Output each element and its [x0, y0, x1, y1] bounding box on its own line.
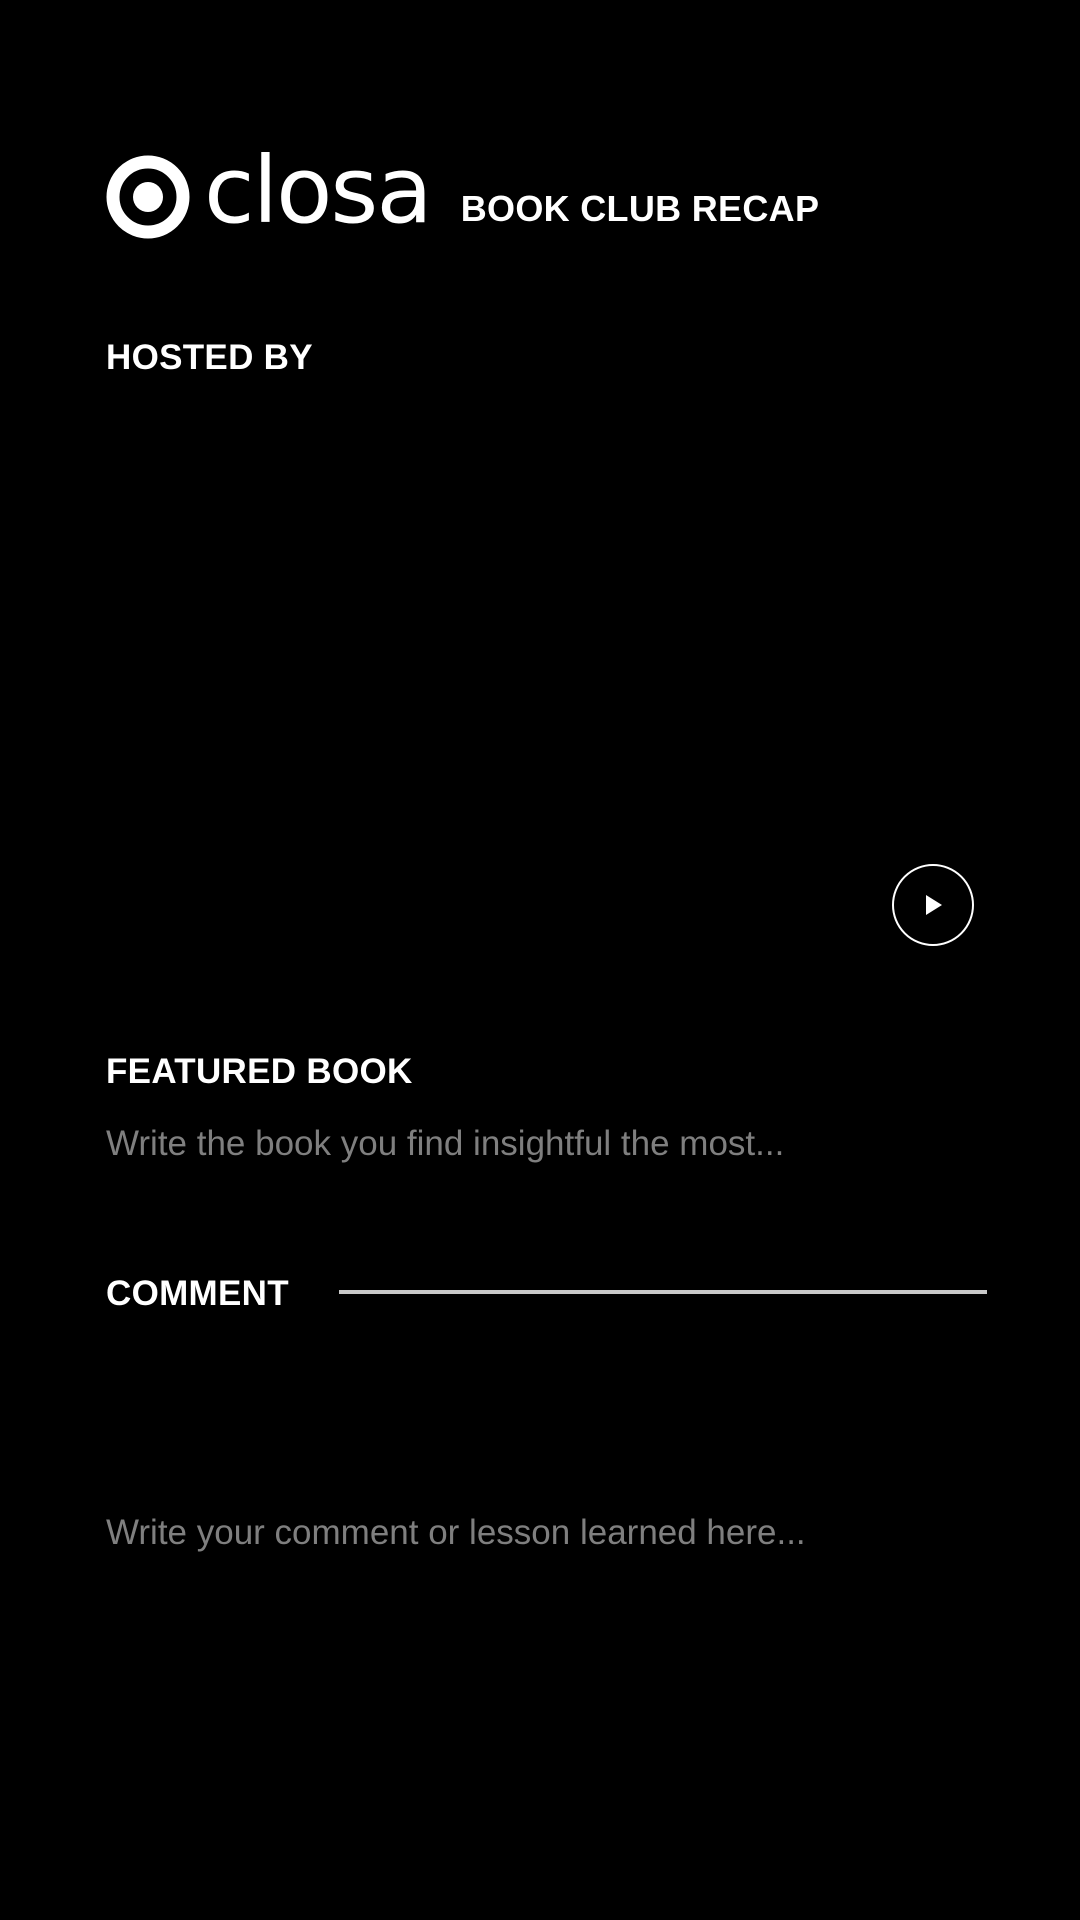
header: closa BOOK CLUB RECAP [106, 145, 820, 244]
play-icon [926, 895, 942, 915]
page-title: BOOK CLUB RECAP [460, 188, 820, 229]
comment-input[interactable] [106, 1513, 986, 1553]
featured-book-heading: FEATURED BOOK [106, 1052, 413, 1091]
comment-divider [339, 1290, 987, 1294]
brand-logo-text: closa [204, 137, 433, 244]
hosted-by-heading: HOSTED BY [106, 338, 313, 377]
target-circle-icon [106, 155, 190, 239]
featured-book-input[interactable] [106, 1124, 986, 1164]
comment-heading: COMMENT [106, 1274, 289, 1313]
host-video-area [106, 400, 986, 980]
play-button[interactable] [892, 864, 974, 946]
